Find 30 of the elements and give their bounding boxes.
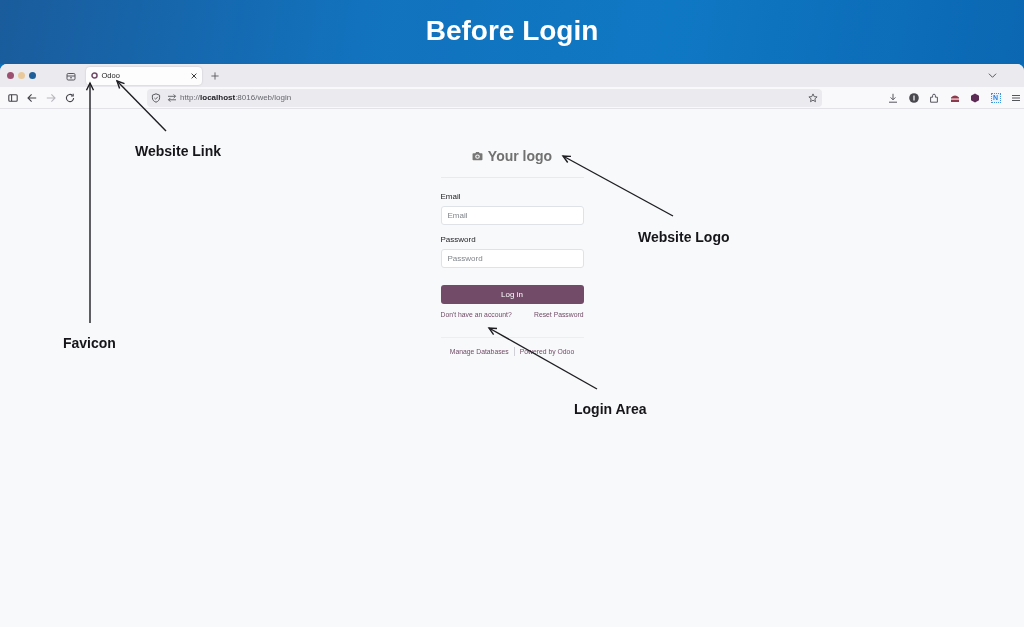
back-arrow-icon[interactable] bbox=[27, 92, 37, 103]
field-label: Password bbox=[440, 235, 477, 245]
annotation-label: Website Link bbox=[135, 142, 222, 160]
menu-icon[interactable] bbox=[1011, 92, 1021, 103]
archive-icon[interactable] bbox=[66, 70, 76, 81]
field-label: Email bbox=[440, 192, 462, 202]
swap-arrows-icon[interactable] bbox=[167, 92, 177, 103]
annotation-arrow bbox=[115, 79, 167, 132]
chevron-down-icon[interactable] bbox=[987, 71, 997, 80]
login-button[interactable]: Log in bbox=[440, 285, 584, 304]
shield-icon[interactable] bbox=[151, 92, 161, 103]
annotation-label: Favicon bbox=[63, 334, 116, 352]
star-icon[interactable] bbox=[808, 92, 818, 103]
reload-icon[interactable] bbox=[65, 92, 75, 103]
banner-title: Before Login bbox=[425, 14, 599, 48]
disc-icon[interactable] bbox=[908, 92, 919, 103]
close-icon[interactable] bbox=[191, 72, 197, 79]
url-text[interactable]: http://localhost:8016/web/login bbox=[180, 93, 292, 102]
input-field[interactable]: Password bbox=[440, 249, 584, 268]
puzzle-icon[interactable] bbox=[929, 92, 939, 103]
download-icon[interactable] bbox=[888, 92, 898, 103]
ring-icon bbox=[90, 72, 98, 79]
plus-icon[interactable] bbox=[211, 71, 219, 80]
annotation-label: Website Logo bbox=[638, 228, 730, 246]
camera-icon bbox=[471, 151, 483, 161]
input-field[interactable]: Email bbox=[440, 206, 584, 225]
annotation-label: Login Area bbox=[574, 400, 647, 418]
sidebar-icon[interactable] bbox=[8, 92, 18, 103]
logo-text: Your logo bbox=[487, 147, 553, 165]
hexagon-icon[interactable] bbox=[970, 92, 980, 103]
